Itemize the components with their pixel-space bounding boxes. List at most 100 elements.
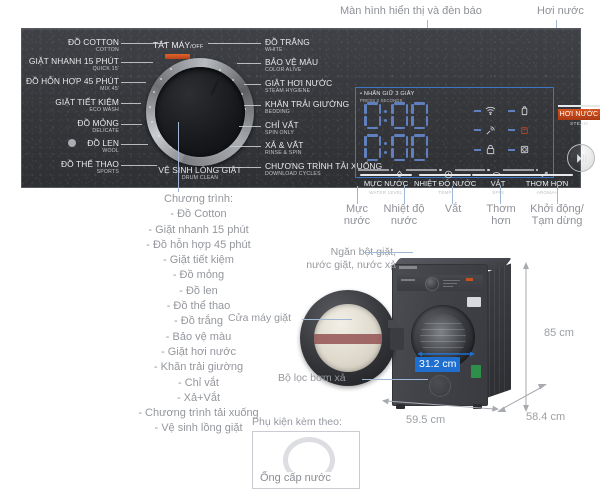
program-list-item: - Giặt nhanh 15 phút — [148, 223, 249, 236]
panel-text-lines — [401, 279, 415, 281]
machine-steam-button — [466, 278, 473, 281]
leader-detergent-drawer — [363, 252, 413, 253]
button-cap — [472, 174, 524, 176]
drain-filter-cap — [429, 375, 451, 397]
digit — [411, 102, 428, 129]
knob-bottom-en: DRUM CLEAN — [181, 175, 219, 181]
digit — [364, 102, 381, 129]
leader-spin — [452, 186, 453, 204]
leader-icon — [121, 103, 141, 104]
child-lock-icon — [485, 144, 496, 155]
machine-display — [441, 278, 463, 287]
program-list-item: - Đồ hỗn hợp 45 phút — [146, 238, 251, 251]
leader-water-level — [357, 186, 358, 204]
program-list-item: - Xả+Vắt — [176, 391, 221, 404]
button-temperature[interactable]: NHIỆT ĐỘ NƯỚC TEMP — [414, 174, 476, 196]
program-label-spin-only[interactable]: CHỈ VẮT SPIN ONLY — [265, 121, 299, 137]
program-label-color-alive[interactable]: BẢO VỆ MÀU COLOR ALIVE — [265, 58, 318, 74]
program-label-steam-hygiene[interactable]: GIẶT HƠI NƯỚC STEAM HYGIENE — [265, 79, 332, 95]
wifi-icon — [485, 105, 496, 116]
indicator-dash — [508, 148, 515, 151]
leader-icon — [121, 124, 142, 125]
slider-dot — [487, 168, 490, 172]
program-list-item: - Bảo vệ màu — [165, 330, 232, 343]
door-latch — [388, 320, 396, 328]
program-label-bedding[interactable]: KHĂN TRẢI GIƯỜNG BEDDING — [265, 100, 349, 116]
leader-icon — [239, 126, 261, 127]
leader-temperature — [404, 186, 405, 204]
program-label-sports[interactable]: ĐỒ THỂ THAO SPORTS — [22, 160, 119, 176]
leader-icon — [208, 43, 261, 44]
control-panel: TẮT MÁY/OFF VỆ SINH LÒNG GIẶT DRUM CLEAN — [21, 28, 600, 195]
annotation-display-panel: Màn hình hiển thị và đèn báo — [340, 5, 482, 17]
door-glass — [314, 304, 382, 372]
energy-label — [467, 297, 481, 307]
slider-bar — [406, 169, 437, 171]
program-list-item: - Đồ mỏng — [172, 269, 225, 282]
slider-dot — [390, 168, 394, 172]
leader-icon — [121, 165, 157, 166]
slider-dot — [535, 168, 538, 172]
program-list-item: - Đồ Cotton — [170, 208, 227, 221]
leader-start — [557, 186, 558, 204]
colon — [384, 134, 388, 161]
callout-door: Cửa máy giặt — [228, 312, 292, 324]
button-spin[interactable]: VẮT SPIN — [472, 174, 524, 196]
program-label-ecowash[interactable]: GIẶT TIẾT KIỆM ECO WASH — [22, 98, 119, 114]
program-label-cotton[interactable]: ĐỒ COTTON COTTON — [24, 38, 119, 54]
width-label: 59.5 cm — [406, 414, 446, 426]
play-pause-icon — [576, 153, 586, 163]
program-label-white[interactable]: ĐỒ TRẮNG WHITE — [265, 38, 310, 54]
indicator-column-left — [474, 104, 496, 156]
wool-icon — [68, 139, 76, 147]
button-cap — [521, 174, 573, 176]
knob-off-label: TẮT MÁY/OFF — [153, 40, 204, 50]
colon — [384, 102, 388, 129]
leader-door — [302, 319, 352, 320]
steam-button-chip: HƠI NƯỚC — [558, 109, 600, 120]
program-label-quick15[interactable]: GIẶT NHANH 15 PHÚT QUICK 15' — [22, 57, 119, 73]
detergent-bottle-icon — [519, 105, 530, 116]
program-list-item: - Giặt hơi nước — [161, 345, 236, 358]
steam-button-en: STEAM — [569, 122, 589, 127]
machine-porthole: 31.2 cm — [411, 305, 475, 372]
door-hinge — [390, 328, 404, 350]
door-glass-band — [314, 334, 382, 344]
button-cap — [360, 174, 412, 176]
program-selector-knob[interactable] — [146, 58, 254, 166]
leader-icon — [218, 167, 261, 168]
program-label-rinse-spin[interactable]: XẢ & VẮT RINSE & SPIN — [265, 141, 304, 157]
indicator-column-right — [508, 104, 530, 156]
indicator-child-lock — [474, 143, 496, 156]
label-start-pause: Khởi động/ Tạm dừng — [530, 203, 584, 227]
slider-bar — [454, 169, 486, 171]
drum-diameter-label: 31.2 cm — [415, 357, 461, 372]
indicator-detergent — [508, 104, 530, 117]
leader-icon — [230, 146, 261, 147]
machine-knob — [425, 277, 439, 291]
brand-logo — [399, 266, 417, 269]
button-cap — [419, 174, 471, 176]
indicator-softener — [508, 124, 530, 137]
steam-button[interactable]: HƠI NƯỚC STEAM — [558, 105, 600, 127]
efficiency-sticker — [471, 365, 481, 378]
depth-label: 58.4 cm — [526, 411, 566, 423]
digit — [364, 134, 381, 161]
indicator-icons — [474, 104, 548, 156]
program-label-delicate[interactable]: ĐỒ MỎNG DELICATE — [22, 119, 119, 135]
button-aroma[interactable]: THƠM HƠN AROMA+ — [519, 174, 575, 196]
digit — [411, 134, 428, 161]
seven-segment-display — [364, 102, 460, 162]
display-module: • NHẤN GIỮ 3 GIÂY PRESS 3 SECONDS — [355, 87, 554, 178]
steam-button-cap — [558, 105, 600, 107]
label-spin: Vắt — [444, 203, 462, 215]
knob-off-vn: TẮT MÁY — [153, 40, 191, 50]
button-water-level[interactable]: MỰC NƯỚC WATER LEVEL — [357, 174, 415, 196]
start-pause-button[interactable] — [567, 144, 595, 172]
accessory-section: Phụ kiện kèm theo: Ống cấp nước — [252, 416, 360, 489]
height-label: 85 cm — [544, 327, 574, 339]
machine-control-panel — [397, 275, 483, 291]
product-diagram: Màn hình hiển thị và đèn báo Hơi nước TẮ… — [0, 0, 600, 501]
program-label-mix45[interactable]: ĐỒ HỖN HỢP 45 PHÚT MIX 45' — [22, 77, 119, 93]
leader-icon — [121, 62, 153, 63]
